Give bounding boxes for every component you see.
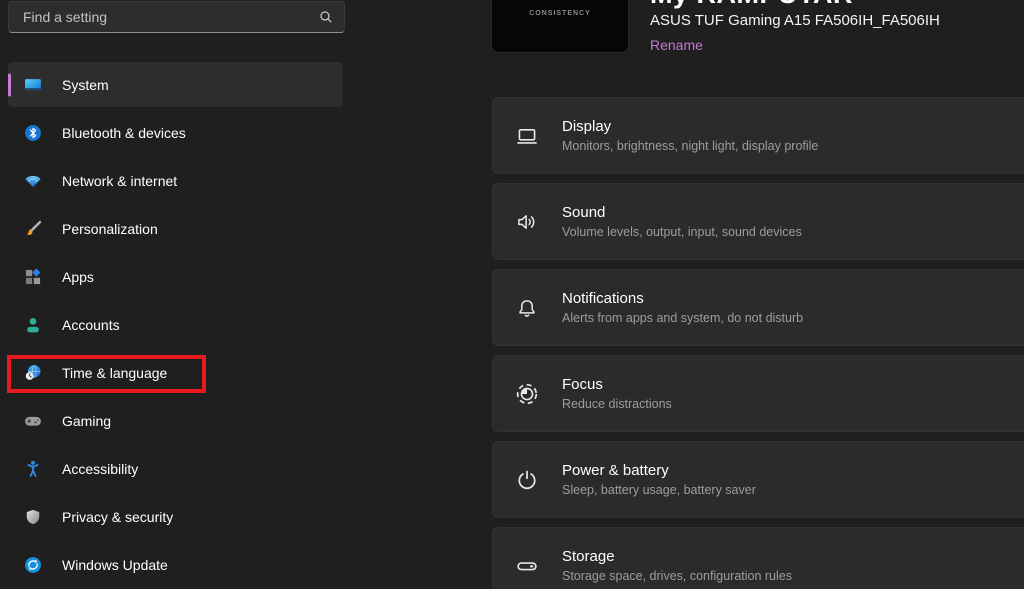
sidebar-item-label: Windows Update: [62, 557, 168, 573]
settings-window: System Bluetooth & devices Network & int…: [0, 0, 1024, 589]
sidebar-item-label: Accessibility: [62, 461, 138, 477]
sidebar-item-time-language[interactable]: Time & language: [8, 350, 343, 395]
sound-icon: [514, 209, 540, 235]
settings-card-list: Display Monitors, brightness, night ligh…: [492, 97, 1024, 589]
sidebar-item-label: Bluetooth & devices: [62, 125, 186, 141]
power-icon: [514, 467, 540, 493]
card-subtitle: Monitors, brightness, night light, displ…: [562, 139, 818, 153]
device-thumbnail-wallpaper-text: CONSISTENCY: [492, 10, 628, 17]
sidebar-item-label: Apps: [62, 269, 94, 285]
settings-card-focus[interactable]: Focus Reduce distractions: [492, 355, 1024, 432]
gaming-icon: [23, 411, 43, 431]
sidebar-item-label: Time & language: [62, 365, 167, 381]
sidebar-item-network-internet[interactable]: Network & internet: [8, 158, 343, 203]
accounts-icon: [23, 315, 43, 335]
search-input[interactable]: [23, 9, 319, 25]
sidebar-item-apps[interactable]: Apps: [8, 254, 343, 299]
apps-icon: [23, 267, 43, 287]
settings-card-display[interactable]: Display Monitors, brightness, night ligh…: [492, 97, 1024, 174]
device-thumbnail: CONSISTENCY: [491, 0, 629, 53]
device-model: ASUS TUF Gaming A15 FA506IH_FA506IH: [650, 12, 940, 29]
settings-card-storage[interactable]: Storage Storage space, drives, configura…: [492, 527, 1024, 589]
sidebar-item-label: Privacy & security: [62, 509, 173, 525]
sidebar-item-accounts[interactable]: Accounts: [8, 302, 343, 347]
card-title: Storage: [562, 548, 792, 565]
sidebar-item-label: System: [62, 77, 109, 93]
sidebar-item-personalization[interactable]: Personalization: [8, 206, 343, 251]
display-icon: [514, 123, 540, 149]
card-title: Display: [562, 118, 818, 135]
rename-link[interactable]: Rename: [650, 37, 703, 53]
card-title: Power & battery: [562, 462, 756, 479]
card-subtitle: Volume levels, output, input, sound devi…: [562, 225, 802, 239]
selected-indicator-pill: [8, 73, 11, 96]
sidebar-item-accessibility[interactable]: Accessibility: [8, 446, 343, 491]
settings-card-power-battery[interactable]: Power & battery Sleep, battery usage, ba…: [492, 441, 1024, 518]
accessibility-icon: [23, 459, 43, 479]
search-icon: [319, 10, 333, 24]
sidebar-item-label: Network & internet: [62, 173, 177, 189]
privacy-icon: [23, 507, 43, 527]
settings-card-sound[interactable]: Sound Volume levels, output, input, soun…: [492, 183, 1024, 260]
personalization-icon: [23, 219, 43, 239]
focus-icon: [514, 381, 540, 407]
sidebar-item-windows-update[interactable]: Windows Update: [8, 542, 343, 587]
sidebar-item-privacy-security[interactable]: Privacy & security: [8, 494, 343, 539]
time-language-icon: [23, 363, 43, 383]
device-name: My RAMPUTAR: [650, 0, 853, 10]
card-title: Focus: [562, 376, 672, 393]
card-subtitle: Storage space, drives, configuration rul…: [562, 569, 792, 583]
sidebar-item-label: Accounts: [62, 317, 120, 333]
settings-card-notifications[interactable]: Notifications Alerts from apps and syste…: [492, 269, 1024, 346]
bluetooth-icon: [23, 123, 43, 143]
card-title: Sound: [562, 204, 802, 221]
sidebar-item-system[interactable]: System: [8, 62, 343, 107]
notifications-icon: [514, 295, 540, 321]
card-subtitle: Sleep, battery usage, battery saver: [562, 483, 756, 497]
card-subtitle: Alerts from apps and system, do not dist…: [562, 311, 803, 325]
sidebar-item-label: Personalization: [62, 221, 158, 237]
card-title: Notifications: [562, 290, 803, 307]
system-icon: [23, 75, 43, 95]
network-icon: [23, 171, 43, 191]
sidebar-item-gaming[interactable]: Gaming: [8, 398, 343, 443]
sidebar-item-bluetooth-devices[interactable]: Bluetooth & devices: [8, 110, 343, 155]
sidebar-item-label: Gaming: [62, 413, 111, 429]
storage-icon: [514, 553, 540, 579]
search-box[interactable]: [8, 1, 345, 33]
card-subtitle: Reduce distractions: [562, 397, 672, 411]
windows-update-icon: [23, 555, 43, 575]
sidebar-nav: System Bluetooth & devices Network & int…: [8, 62, 343, 589]
